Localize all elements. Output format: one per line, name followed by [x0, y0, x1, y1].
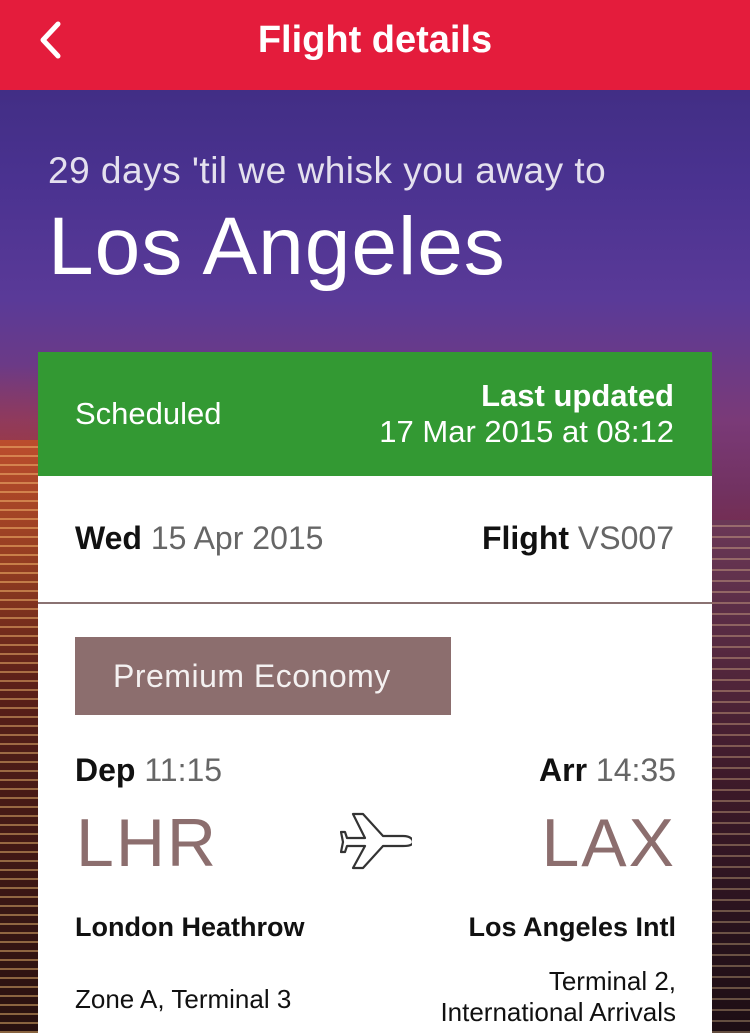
departure-time: Dep 11:15: [75, 752, 222, 789]
flight-number-label: Flight: [481, 520, 570, 556]
status-bar: Scheduled Last updated 17 Mar 2015 at 08…: [38, 352, 712, 476]
last-updated-time: 17 Mar 2015 at 08:12: [379, 414, 674, 449]
arrival-label: Arr: [539, 752, 588, 788]
status-label: Scheduled: [75, 396, 222, 431]
flight-card: Scheduled Last updated 17 Mar 2015 at 08…: [38, 352, 712, 1033]
flight-number: Flight VS007: [482, 520, 674, 557]
page-title: Flight details: [257, 18, 493, 61]
destination-city: Los Angeles: [48, 201, 506, 292]
flight-weekday: Wed: [75, 520, 142, 556]
departure-label: Dep: [75, 752, 136, 788]
flight-date-value: 15 Apr 2015: [150, 520, 324, 556]
arrival-time: Arr 14:35: [539, 752, 676, 789]
arrival-terminal: Terminal 2, International Arrivals: [440, 966, 676, 1028]
date-row: Wed 15 Apr 2015 Flight VS007: [38, 476, 712, 604]
departure-terminal: Zone A, Terminal 3: [75, 984, 292, 1014]
city-skyline-right: [710, 520, 750, 1033]
departure-airport-name: London Heathrow: [75, 912, 305, 942]
departure-time-value: 11:15: [144, 752, 223, 788]
arrival-terminal-line2: International Arrivals: [440, 997, 676, 1027]
arrival-time-value: 14:35: [595, 752, 676, 788]
arrival-airport-code: LAX: [541, 805, 676, 881]
chevron-left-icon: [40, 21, 61, 59]
city-skyline-left: [0, 440, 40, 1033]
arrival-airport-name: Los Angeles Intl: [468, 912, 676, 942]
cabin-class-badge: Premium Economy: [75, 637, 451, 715]
flight-number-value: VS007: [577, 520, 674, 556]
departure-airport-code: LHR: [76, 805, 219, 881]
back-button[interactable]: [30, 18, 70, 62]
countdown-text: 29 days 'til we whisk you away to: [48, 150, 607, 191]
flight-date: Wed 15 Apr 2015: [75, 520, 323, 557]
last-updated: Last updated 17 Mar 2015 at 08:12: [379, 378, 674, 450]
arrival-terminal-line1: Terminal 2,: [548, 966, 676, 996]
airplane-icon: [340, 812, 412, 870]
last-updated-title: Last updated: [481, 378, 674, 413]
top-bar: Flight details: [0, 0, 750, 90]
